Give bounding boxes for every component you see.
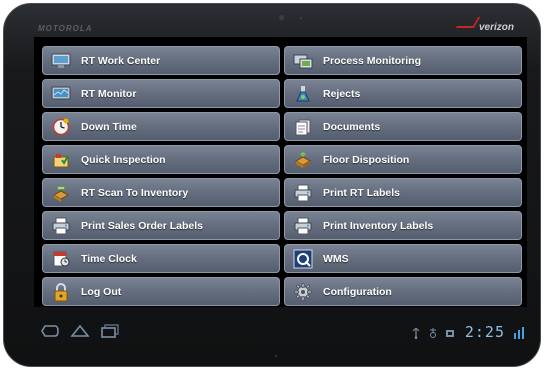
monitor-icon xyxy=(51,51,71,71)
quick-inspection-label: Quick Inspection xyxy=(81,153,166,166)
screenshot-icon xyxy=(445,326,455,344)
print-rt-labels-label: Print RT Labels xyxy=(323,186,401,199)
monitoring-icon xyxy=(293,51,313,71)
printer-icon xyxy=(293,183,313,203)
wifi-icon xyxy=(514,326,524,344)
down-time-label: Down Time xyxy=(81,120,137,133)
light-sensor xyxy=(300,17,302,19)
debug-icon xyxy=(428,326,438,344)
print-inventory-labels-button[interactable]: Print Inventory Labels xyxy=(284,211,522,240)
process-monitoring-button[interactable]: Process Monitoring xyxy=(284,46,522,75)
log-out-button[interactable]: Log Out xyxy=(42,277,280,306)
gear-icon xyxy=(293,282,313,302)
time-clock-label: Time Clock xyxy=(81,252,137,265)
display-icon xyxy=(51,84,71,104)
wms-button[interactable]: WMS xyxy=(284,244,522,273)
documents-button[interactable]: Documents xyxy=(284,112,522,141)
time-clock-button[interactable]: Time Clock xyxy=(42,244,280,273)
rejects-label: Rejects xyxy=(323,87,361,100)
floor-icon xyxy=(293,150,313,170)
print-inventory-labels-label: Print Inventory Labels xyxy=(323,219,434,232)
camera xyxy=(279,15,284,20)
rt-monitor-label: RT Monitor xyxy=(81,87,137,100)
inspection-icon xyxy=(51,150,71,170)
device-dot xyxy=(275,355,277,357)
rejects-button[interactable]: Rejects xyxy=(284,79,522,108)
carrier-logo: verizon xyxy=(455,17,514,33)
wms-label: WMS xyxy=(323,252,349,265)
log-out-label: Log Out xyxy=(81,285,122,298)
clock-time: 2:25 xyxy=(464,323,505,341)
documents-icon xyxy=(293,117,313,137)
home-icon[interactable] xyxy=(70,323,90,344)
carrier-label: verizon xyxy=(478,22,514,33)
quick-inspection-button[interactable]: Quick Inspection xyxy=(42,145,280,174)
wms-icon xyxy=(293,249,313,269)
rt-monitor-button[interactable]: RT Monitor xyxy=(42,79,280,108)
rt-scan-to-inventory-label: RT Scan To Inventory xyxy=(81,186,189,199)
back-icon[interactable] xyxy=(40,323,60,344)
lock-icon xyxy=(51,282,71,302)
recent-apps-icon[interactable] xyxy=(100,323,120,344)
printer-icon xyxy=(51,216,71,236)
flask-icon xyxy=(293,84,313,104)
floor-disposition-label: Floor Disposition xyxy=(323,153,410,166)
carrier-check-icon xyxy=(455,17,481,28)
down-time-button[interactable]: Down Time xyxy=(42,112,280,141)
floor-disposition-button[interactable]: Floor Disposition xyxy=(284,145,522,174)
configuration-label: Configuration xyxy=(323,285,392,298)
documents-label: Documents xyxy=(323,120,381,133)
rt-scan-to-inventory-button[interactable]: RT Scan To Inventory xyxy=(42,178,280,207)
process-monitoring-label: Process Monitoring xyxy=(323,54,422,67)
print-sales-order-labels-button[interactable]: Print Sales Order Labels xyxy=(42,211,280,240)
rt-work-center-button[interactable]: RT Work Center xyxy=(42,46,280,75)
usb-icon xyxy=(412,326,420,344)
printer-icon xyxy=(293,216,313,236)
scan-icon xyxy=(51,183,71,203)
configuration-button[interactable]: Configuration xyxy=(284,277,522,306)
app-screen: RT Work Center Process Monitoring RT Mon… xyxy=(34,37,527,307)
brand-logo: MOTOROLA xyxy=(38,24,93,33)
time-clock-icon xyxy=(51,249,71,269)
system-bar: 2:25 xyxy=(34,318,527,346)
clock-icon xyxy=(51,117,71,137)
print-rt-labels-button[interactable]: Print RT Labels xyxy=(284,178,522,207)
rt-work-center-label: RT Work Center xyxy=(81,54,161,67)
print-sales-order-labels-label: Print Sales Order Labels xyxy=(81,219,203,232)
